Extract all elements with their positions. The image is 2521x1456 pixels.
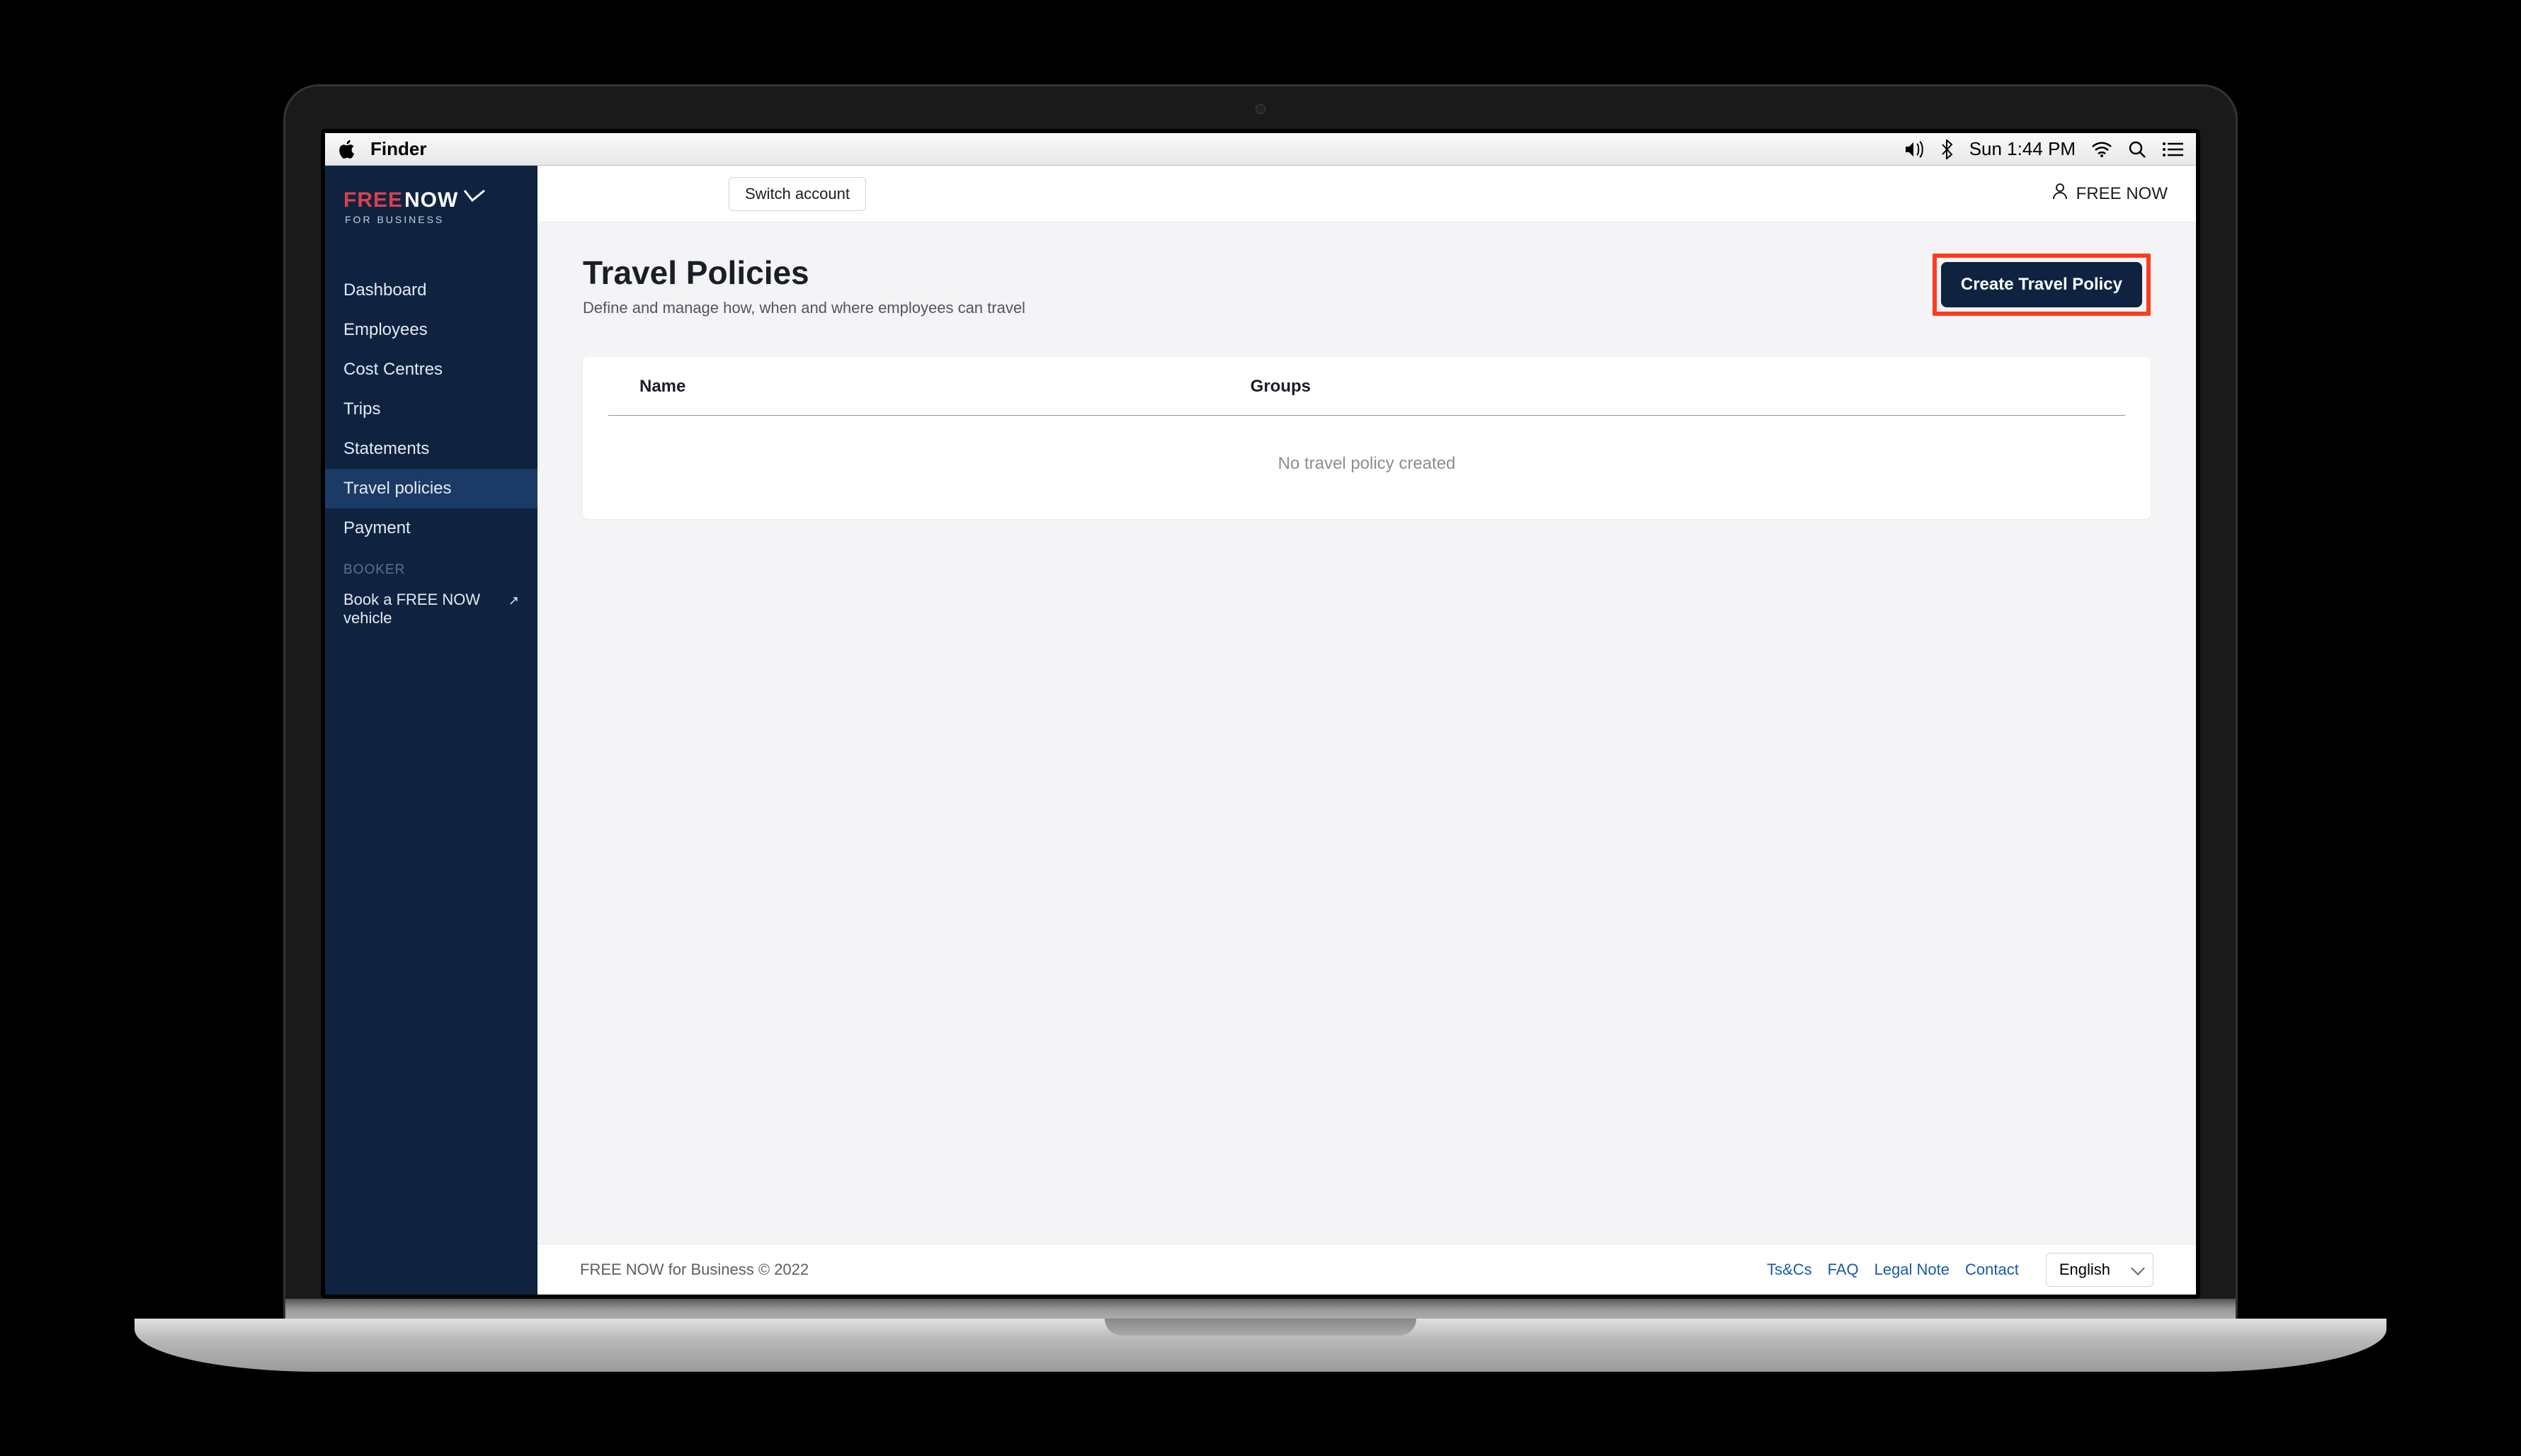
brand-logo: FREE NOW FOR BUSINESS [325,166,537,238]
nav: Dashboard Employees Cost Centres Trips S… [325,271,537,635]
sidebar-item-employees[interactable]: Employees [325,310,537,350]
sidebar-item-book-vehicle[interactable]: Book a FREE NOW vehicle ↗ [325,584,537,635]
sidebar-book-label: Book a FREE NOW vehicle [343,591,485,627]
sidebar-item-cost-centres[interactable]: Cost Centres [325,350,537,389]
camera-dot [1256,104,1265,114]
footer-copyright: FREE NOW for Business © 2022 [580,1261,809,1279]
account-menu[interactable]: FREE NOW [2052,183,2168,205]
footer-link-faq[interactable]: FAQ [1828,1261,1859,1279]
laptop-base [135,1319,2386,1372]
laptop-hinge [283,1299,2238,1319]
mac-menubar: Finder Sun 1:44 PM [325,133,2196,166]
laptop-frame: Finder Sun 1:44 PM [283,84,2238,1299]
sidebar-item-payment[interactable]: Payment [325,508,537,548]
user-icon [2052,183,2068,205]
footer: FREE NOW for Business © 2022 Ts&Cs FAQ L… [537,1244,2196,1295]
page-title: Travel Policies [583,254,1025,292]
language-select[interactable]: English [2046,1253,2153,1287]
page-header: Travel Policies Define and manage how, w… [583,254,2151,317]
sidebar-section-booker: BOOKER [325,548,537,584]
volume-icon[interactable] [1904,141,1925,158]
wifi-icon[interactable] [2091,142,2112,157]
bluetooth-icon[interactable] [1941,140,1954,159]
apple-icon[interactable] [338,140,355,159]
main: Switch account FREE NOW [537,166,2196,1295]
menu-list-icon[interactable] [2162,142,2183,157]
footer-links: Ts&Cs FAQ Legal Note Contact [1767,1261,2019,1279]
switch-account-button[interactable]: Switch account [729,177,866,211]
empty-state: No travel policy created [583,416,2151,519]
brand-sub: FOR BUSINESS [345,214,519,225]
create-travel-policy-button[interactable]: Create Travel Policy [1941,262,2142,307]
screen-bezel: Finder Sun 1:44 PM [321,129,2200,1299]
table-header: Name Groups [608,357,2125,416]
content: Travel Policies Define and manage how, w… [537,222,2196,1244]
language-value: English [2059,1261,2110,1279]
spotlight-icon[interactable] [2128,140,2146,159]
external-link-icon: ↗ [508,593,519,608]
brand-free: FREE [343,188,403,212]
account-label: FREE NOW [2076,184,2168,204]
app-root: FREE NOW FOR BUSINESS Dashboard Employee… [325,166,2196,1295]
laptop-mockup: Finder Sun 1:44 PM [135,84,2386,1372]
mac-clock[interactable]: Sun 1:44 PM [1969,138,2076,160]
brand-now: NOW [404,188,458,212]
policies-card: Name Groups No travel policy created [583,357,2151,519]
footer-link-tscs[interactable]: Ts&Cs [1767,1261,1812,1279]
brand-check-icon [464,187,485,209]
page-subtitle: Define and manage how, when and where em… [583,299,1025,317]
sidebar-item-trips[interactable]: Trips [325,389,537,429]
column-groups: Groups [1251,377,1311,397]
column-name: Name [639,377,1251,397]
sidebar: FREE NOW FOR BUSINESS Dashboard Employee… [325,166,537,1295]
footer-link-contact[interactable]: Contact [1965,1261,2019,1279]
screen: Finder Sun 1:44 PM [325,133,2196,1295]
sidebar-item-dashboard[interactable]: Dashboard [325,271,537,310]
mac-app-name[interactable]: Finder [370,138,426,160]
topbar: Switch account FREE NOW [537,166,2196,222]
sidebar-item-travel-policies[interactable]: Travel policies [325,469,537,508]
footer-link-legal[interactable]: Legal Note [1874,1261,1950,1279]
sidebar-item-statements[interactable]: Statements [325,429,537,469]
create-button-highlight: Create Travel Policy [1933,254,2151,316]
